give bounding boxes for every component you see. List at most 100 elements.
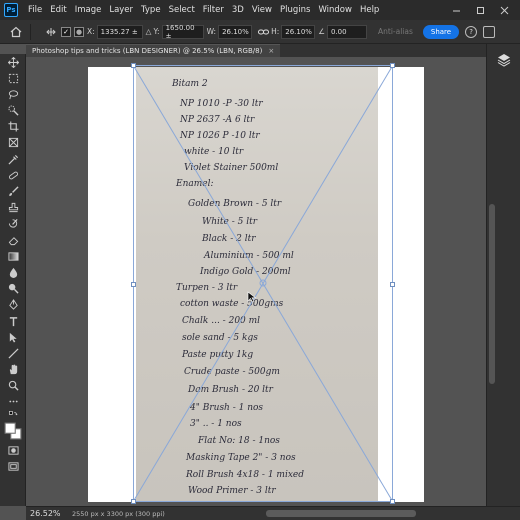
dodge-tool-icon[interactable] <box>0 281 26 297</box>
x-field[interactable]: 1335.27 ± <box>96 24 143 39</box>
note-line: cotton waste - 500gms <box>180 299 284 309</box>
help-icon[interactable]: ? <box>465 25 478 38</box>
transform-tool-icon[interactable] <box>41 22 61 42</box>
blur-tool-icon[interactable] <box>0 264 26 280</box>
note-line: NP 1026 P -10 ltr <box>180 131 260 141</box>
right-panel <box>486 44 520 506</box>
vertical-scrollbar[interactable] <box>489 204 495 384</box>
menu-filter[interactable]: Filter <box>199 0 228 20</box>
options-bar: ✓ ● X: 1335.27 ± △ Y: 1650.00 ± W: 26.10… <box>0 20 520 44</box>
path-selection-tool-icon[interactable] <box>0 329 26 345</box>
mouse-cursor-icon <box>247 291 257 303</box>
quick-selection-tool-icon[interactable] <box>0 103 26 119</box>
note-line: Flat No: 18 - 1nos <box>198 436 280 446</box>
ps-logo: Ps <box>4 3 18 17</box>
hand-tool-icon[interactable] <box>0 362 26 378</box>
layers-icon[interactable] <box>494 50 514 70</box>
menu-help[interactable]: Help <box>356 0 383 20</box>
healing-brush-tool-icon[interactable] <box>0 167 26 183</box>
note-line: Bitam 2 <box>172 79 208 89</box>
note-line: Violet Stainer 500ml <box>184 163 279 173</box>
angle-field[interactable]: 0.00 <box>327 24 367 39</box>
eyedropper-tool-icon[interactable] <box>0 151 26 167</box>
menu-bar: Ps File Edit Image Layer Type Select Fil… <box>0 0 520 20</box>
horizontal-scrollbar[interactable] <box>266 510 416 517</box>
anti-alias-label: Anti-alias <box>378 27 413 36</box>
brush-tool-icon[interactable] <box>0 184 26 200</box>
document-size: 2550 px x 3300 px (300 ppi) <box>72 509 165 518</box>
reference-point-checkbox[interactable]: ✓ <box>61 26 71 37</box>
reference-point-grid-icon[interactable]: ● <box>74 26 84 37</box>
y-field[interactable]: 1650.00 ± <box>161 24 204 40</box>
note-line: Indigo Gold - 200ml <box>200 267 291 277</box>
menu-layer[interactable]: Layer <box>105 0 137 20</box>
tools-panel <box>0 54 26 506</box>
document-tab[interactable]: Photoshop tips and tricks (LBN DESIGNER)… <box>26 44 281 58</box>
menu-type[interactable]: Type <box>137 0 165 20</box>
zoom-level[interactable]: 26.52% <box>30 509 68 518</box>
note-line: Chalk ... - 200 ml <box>182 316 261 326</box>
swap-colors-icon[interactable] <box>0 410 26 420</box>
menu-image[interactable]: Image <box>71 0 106 20</box>
separator <box>30 23 31 40</box>
note-line: White - 5 ltr <box>202 217 258 227</box>
more-tools-icon[interactable] <box>0 394 26 410</box>
zoom-tool-icon[interactable] <box>0 378 26 394</box>
note-line: Paste putty 1kg <box>182 350 254 360</box>
note-line: Masking Tape 2" - 3 nos <box>186 453 296 463</box>
close-tab-icon[interactable]: × <box>268 45 274 58</box>
eraser-tool-icon[interactable] <box>0 232 26 248</box>
w-field[interactable]: 26.10% <box>218 24 253 39</box>
menu-window[interactable]: Window <box>314 0 356 20</box>
note-line: Dam Brush - 20 ltr <box>188 385 273 395</box>
menu-file[interactable]: File <box>24 0 46 20</box>
note-line: white - 10 ltr <box>184 147 244 157</box>
crop-tool-icon[interactable] <box>0 119 26 135</box>
marquee-tool-icon[interactable] <box>0 70 26 86</box>
menu-select[interactable]: Select <box>165 0 199 20</box>
window-controls <box>444 0 516 20</box>
note-line: 3" .. - 1 nos <box>190 419 242 429</box>
menu-edit[interactable]: Edit <box>46 0 70 20</box>
status-bar: 26.52% 2550 px x 3300 px (300 ppi) <box>26 506 520 520</box>
menu-plugins[interactable]: Plugins <box>276 0 314 20</box>
delta-icon: △ <box>145 27 152 36</box>
clone-stamp-tool-icon[interactable] <box>0 200 26 216</box>
share-button[interactable]: Share <box>422 24 460 39</box>
note-line: NP 1010 -P -30 ltr <box>180 99 263 109</box>
note-line: Golden Brown - 5 ltr <box>188 199 282 209</box>
frame-tool-icon[interactable] <box>0 135 26 151</box>
angle-icon: ∠ <box>318 27 325 36</box>
handwritten-note-photo: Bitam 2 NP 1010 -P -30 ltr NP 2637 -A 6 … <box>136 67 378 502</box>
note-line: Wood Primer - 3 ltr <box>188 486 276 496</box>
gradient-tool-icon[interactable] <box>0 248 26 264</box>
quick-mask-icon[interactable] <box>0 443 26 459</box>
screen-mode-icon[interactable] <box>0 459 26 475</box>
type-tool-icon[interactable] <box>0 313 26 329</box>
canvas-area[interactable]: Bitam 2 NP 1010 -P -30 ltr NP 2637 -A 6 … <box>27 57 485 506</box>
lasso-tool-icon[interactable] <box>0 86 26 102</box>
line-tool-icon[interactable] <box>0 345 26 361</box>
note-line: Crude paste - 500gm <box>184 367 280 377</box>
workspace-icon[interactable] <box>483 25 496 38</box>
y-label: Y: <box>153 27 160 36</box>
pen-tool-icon[interactable] <box>0 297 26 313</box>
note-line: Turpen - 3 ltr <box>176 283 238 293</box>
move-tool-icon[interactable] <box>0 54 26 70</box>
x-label: X: <box>87 27 95 36</box>
history-brush-tool-icon[interactable] <box>0 216 26 232</box>
color-swatches-icon[interactable] <box>0 420 26 442</box>
document-canvas[interactable]: Bitam 2 NP 1010 -P -30 ltr NP 2637 -A 6 … <box>88 67 424 502</box>
link-icon[interactable] <box>257 22 269 42</box>
menu-items: File Edit Image Layer Type Select Filter… <box>24 0 383 20</box>
close-window-icon[interactable] <box>492 0 516 20</box>
h-field[interactable]: 26.10% <box>281 24 316 39</box>
minimize-icon[interactable] <box>444 0 468 20</box>
menu-view[interactable]: View <box>248 0 276 20</box>
note-line: Enamel: <box>176 179 214 189</box>
h-label: H: <box>271 27 280 36</box>
menu-3d[interactable]: 3D <box>228 0 248 20</box>
note-line: NP 2637 -A 6 ltr <box>180 115 255 125</box>
maximize-icon[interactable] <box>468 0 492 20</box>
home-icon[interactable] <box>6 22 26 42</box>
